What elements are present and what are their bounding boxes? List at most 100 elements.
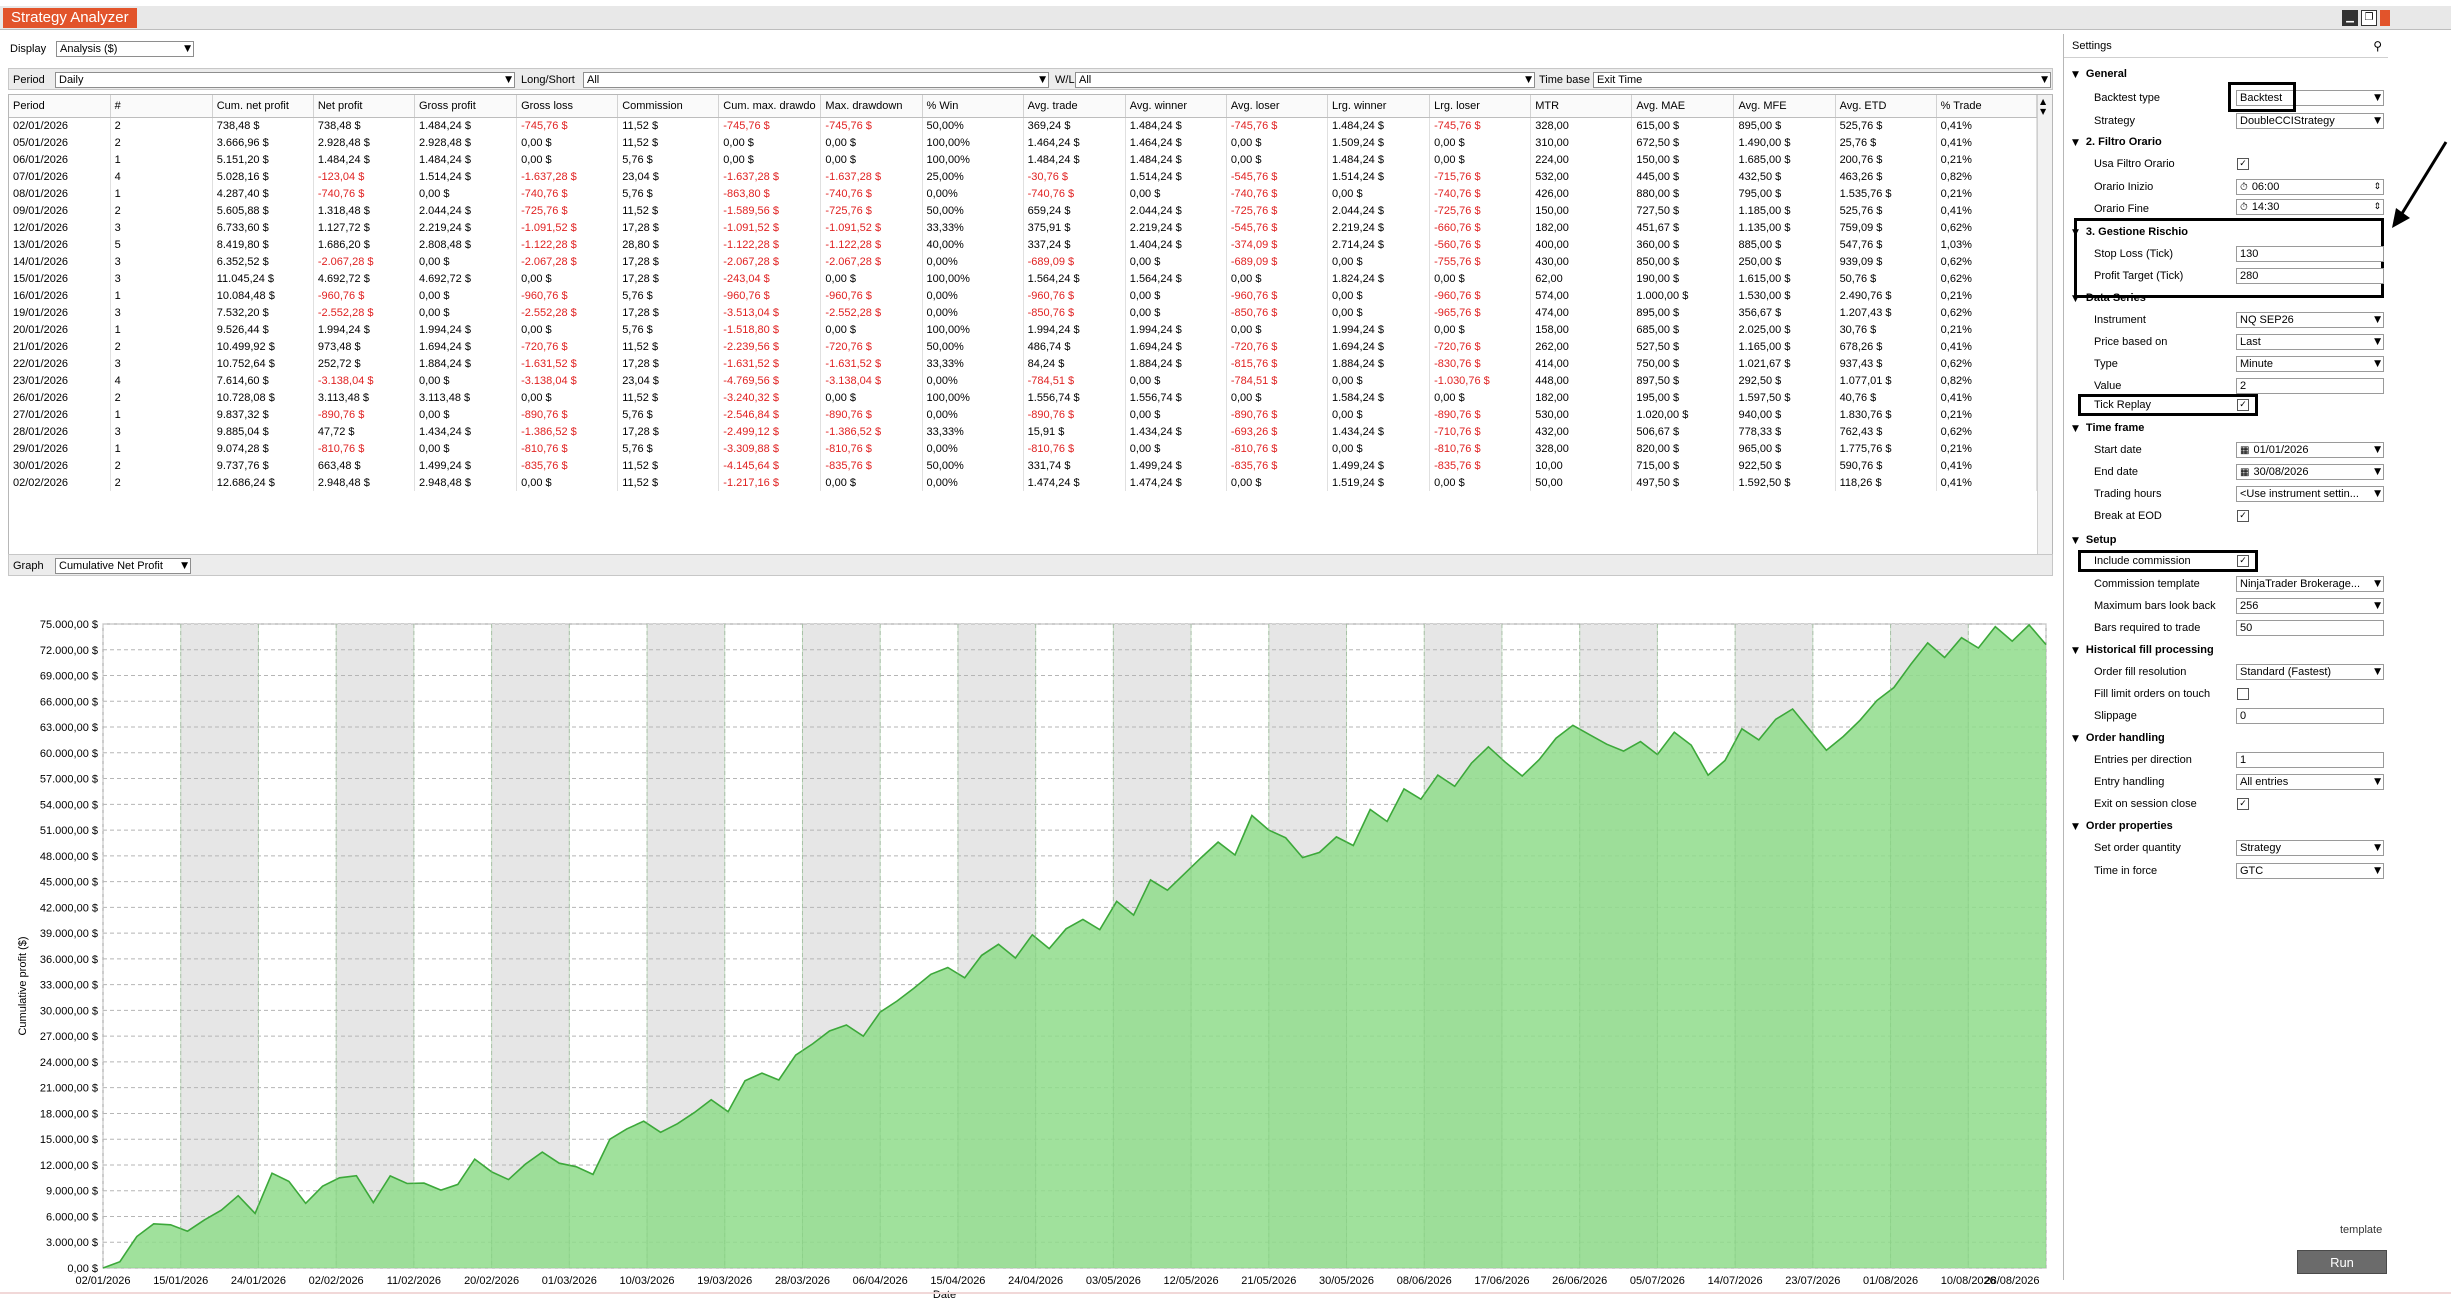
section-data-series[interactable]: ▼ Data Series bbox=[2072, 290, 2146, 307]
stop-loss-input[interactable]: 130 bbox=[2236, 246, 2384, 262]
column-header[interactable]: MTR bbox=[1530, 95, 1633, 118]
table-row[interactable]: 29/01/2026 1 9.074,28 $ -810,76 $0,00 $ -810… bbox=[9, 440, 2038, 457]
column-header[interactable]: % Trade bbox=[1936, 95, 2038, 118]
column-header[interactable]: Avg. loser bbox=[1226, 95, 1328, 118]
time-in-force-select[interactable]: GTC ▼ bbox=[2236, 863, 2384, 879]
column-header[interactable]: Net profit bbox=[313, 95, 415, 118]
long-short-select[interactable]: All ▼ bbox=[583, 72, 1049, 88]
cumulative-profit-chart[interactable]: 0,00 $ 3.000,00 $ 6.000,00 $ 9.000,00 $ 12.0… bbox=[8, 580, 2053, 1310]
strategy-select[interactable]: DoubleCCIStrategy ▼ bbox=[2236, 113, 2384, 129]
wl-select[interactable]: All ▼ bbox=[1075, 72, 1535, 88]
column-header[interactable]: Avg. trade bbox=[1023, 95, 1126, 118]
orario-fine-input[interactable]: ⏱ 14:30 ⇕ bbox=[2236, 199, 2384, 215]
table-row[interactable]: 22/01/2026 3 10.752,64 $252,72 $1.884,24 $… bbox=[9, 355, 2038, 372]
table-row[interactable]: 08/01/2026 1 4.287,40 $ -740,76 $0,00 $ -740… bbox=[9, 185, 2038, 202]
column-header[interactable]: Cum. max. drawdo bbox=[718, 95, 822, 118]
exit-session-close-checkbox[interactable]: ✓ bbox=[2237, 798, 2249, 810]
section-historical-fill[interactable]: ▼ Historical fill processing bbox=[2072, 642, 2214, 659]
order-quantity-select[interactable]: Strategy ▼ bbox=[2236, 840, 2384, 856]
graph-select[interactable]: Cumulative Net Profit ▼ bbox=[55, 558, 191, 574]
order-fill-resolution-select[interactable]: Standard (Fastest) ▼ bbox=[2236, 664, 2384, 680]
section-time-frame[interactable]: ▼ Time frame bbox=[2072, 420, 2144, 437]
table-row[interactable]: 14/01/2026 3 6.352,52 $ -2.067,28 $0,00 $ -2… bbox=[9, 253, 2038, 270]
entries-per-direction-input[interactable]: 1 bbox=[2236, 752, 2384, 768]
value-input[interactable]: 2 bbox=[2236, 378, 2384, 394]
column-header[interactable]: Commission bbox=[617, 95, 720, 118]
column-header[interactable]: Avg. ETD bbox=[1835, 95, 1937, 118]
run-button[interactable]: Run bbox=[2297, 1250, 2387, 1274]
display-select[interactable]: Analysis ($) ▼ bbox=[56, 41, 194, 57]
table-row[interactable]: 13/01/2026 5 8.419,80 $1.686,20 $2.808,48 … bbox=[9, 236, 2038, 253]
table-row[interactable]: 06/01/2026 1 5.151,20 $1.484,24 $1.484,24 … bbox=[9, 151, 2038, 168]
section-gestione-rischio[interactable]: ▼ 3. Gestione Rischio bbox=[2072, 224, 2188, 241]
table-row[interactable]: 20/01/2026 1 9.526,44 $1.994,24 $1.994,24 … bbox=[9, 321, 2038, 338]
type-select[interactable]: Minute ▼ bbox=[2236, 356, 2384, 372]
section-setup[interactable]: ▼ Setup bbox=[2072, 532, 2116, 549]
column-header[interactable]: Lrg. loser bbox=[1429, 95, 1532, 118]
commission-template-select[interactable]: NinjaTrader Brokerage... ▼ bbox=[2236, 576, 2384, 592]
column-header[interactable]: Avg. winner bbox=[1125, 95, 1227, 118]
section-general[interactable]: ▼ General bbox=[2072, 66, 2127, 83]
profit-target-input[interactable]: 280 bbox=[2236, 268, 2384, 284]
table-cell: 28/01/2026 bbox=[9, 423, 111, 440]
tick-replay-checkbox[interactable]: ✓ bbox=[2237, 399, 2249, 411]
close-icon[interactable] bbox=[2380, 10, 2390, 26]
scroll-down-icon[interactable]: ▼ bbox=[2040, 107, 2046, 116]
orario-inizio-input[interactable]: ⏱ 06:00 ⇕ bbox=[2236, 179, 2384, 195]
long-short-value: All bbox=[587, 74, 600, 86]
section-order-properties[interactable]: ▼ Order properties bbox=[2072, 818, 2173, 835]
end-date-input[interactable]: ▦ 30/08/2026 ▼ bbox=[2236, 464, 2384, 480]
table-row[interactable]: 30/01/2026 2 9.737,76 $663,48 $1.499,24 $ -… bbox=[9, 457, 2038, 474]
table-row[interactable]: 21/01/2026 2 10.499,92 $973,48 $1.694,24 $… bbox=[9, 338, 2038, 355]
include-commission-checkbox[interactable]: ✓ bbox=[2237, 555, 2249, 567]
spinner-icon[interactable]: ⇕ bbox=[2373, 200, 2381, 214]
table-row[interactable]: 07/01/2026 4 5.028,16 $ -123,04 $1.514,24 $… bbox=[9, 168, 2038, 185]
table-row[interactable]: 09/01/2026 2 5.605,88 $1.318,48 $2.044,24 … bbox=[9, 202, 2038, 219]
table-row[interactable]: 23/01/2026 4 7.614,60 $ -3.138,04 $0,00 $ -3… bbox=[9, 372, 2038, 389]
entry-handling-select[interactable]: All entries ▼ bbox=[2236, 774, 2384, 790]
table-row[interactable]: 28/01/2026 3 9.885,04 $47,72 $1.434,24 $ -1… bbox=[9, 423, 2038, 440]
column-header[interactable]: Max. drawdown bbox=[820, 95, 923, 118]
max-bars-select[interactable]: 256 ▼ bbox=[2236, 598, 2384, 614]
time-base-select[interactable]: Exit Time ▼ bbox=[1593, 72, 2051, 88]
table-row[interactable]: 12/01/2026 3 6.733,60 $1.127,72 $2.219,24 … bbox=[9, 219, 2038, 236]
column-header[interactable]: Lrg. winner bbox=[1327, 95, 1431, 118]
fill-limit-checkbox[interactable] bbox=[2237, 688, 2249, 700]
restore-icon[interactable]: ❐ bbox=[2361, 10, 2377, 26]
spinner-icon[interactable]: ⇕ bbox=[2373, 180, 2381, 194]
table-row[interactable]: 16/01/2026 1 10.084,48 $ -960,76 $0,00 $ -96… bbox=[9, 287, 2038, 304]
section-filtro-orario[interactable]: ▼ 2. Filtro Orario bbox=[2072, 134, 2162, 151]
section-title: Order handling bbox=[2085, 732, 2165, 744]
column-header[interactable]: Avg. MAE bbox=[1631, 95, 1735, 118]
column-header[interactable]: Gross loss bbox=[516, 95, 619, 118]
period-select[interactable]: Daily ▼ bbox=[55, 72, 515, 88]
table-row[interactable]: 19/01/2026 3 7.532,20 $ -2.552,28 $0,00 $ -2… bbox=[9, 304, 2038, 321]
section-order-handling[interactable]: ▼ Order handling bbox=[2072, 730, 2165, 747]
column-header[interactable]: Period bbox=[9, 95, 111, 118]
column-header[interactable]: Avg. MFE bbox=[1733, 95, 1836, 118]
scroll-up-icon[interactable]: ▲ bbox=[2040, 97, 2046, 106]
bars-required-input[interactable]: 50 bbox=[2236, 620, 2384, 636]
minimize-icon[interactable]: ▁ bbox=[2342, 10, 2358, 26]
table-cell: 1.584,24 $ bbox=[1327, 389, 1431, 406]
usa-filtro-checkbox[interactable]: ✓ bbox=[2237, 158, 2249, 170]
column-header[interactable]: # bbox=[110, 95, 213, 118]
pin-icon[interactable]: ⚲ bbox=[2373, 34, 2382, 58]
table-row[interactable]: 27/01/2026 1 9.837,32 $ -890,76 $0,00 $ -890… bbox=[9, 406, 2038, 423]
table-row[interactable]: 26/01/2026 2 10.728,08 $3.113,48 $3.113,48… bbox=[9, 389, 2038, 406]
table-row[interactable]: 02/02/2026 2 12.686,24 $2.948,48 $2.948,48… bbox=[9, 474, 2038, 491]
table-row[interactable]: 05/01/2026 2 3.666,96 $2.928,48 $2.928,48 … bbox=[9, 134, 2038, 151]
trading-hours-select[interactable]: <Use instrument settin... ▼ bbox=[2236, 486, 2384, 502]
instrument-select[interactable]: NQ SEP26 ▼ bbox=[2236, 312, 2384, 328]
column-header[interactable]: Gross profit bbox=[414, 95, 518, 118]
table-scrollbar[interactable]: ▲ ▼ bbox=[2037, 95, 2052, 573]
column-header[interactable]: Cum. net profit bbox=[212, 95, 314, 118]
break-eod-checkbox[interactable]: ✓ bbox=[2237, 510, 2249, 522]
template-link[interactable]: template bbox=[2340, 1224, 2382, 1236]
start-date-input[interactable]: ▦ 01/01/2026 ▼ bbox=[2236, 442, 2384, 458]
table-row[interactable]: 02/01/2026 2 738,48 $738,48 $1.484,24 $ -74… bbox=[9, 117, 2038, 134]
slippage-input[interactable]: 0 bbox=[2236, 708, 2384, 724]
table-row[interactable]: 15/01/2026 3 11.045,24 $4.692,72 $4.692,72… bbox=[9, 270, 2038, 287]
column-header[interactable]: % Win bbox=[922, 95, 1024, 118]
price-based-select[interactable]: Last ▼ bbox=[2236, 334, 2384, 350]
